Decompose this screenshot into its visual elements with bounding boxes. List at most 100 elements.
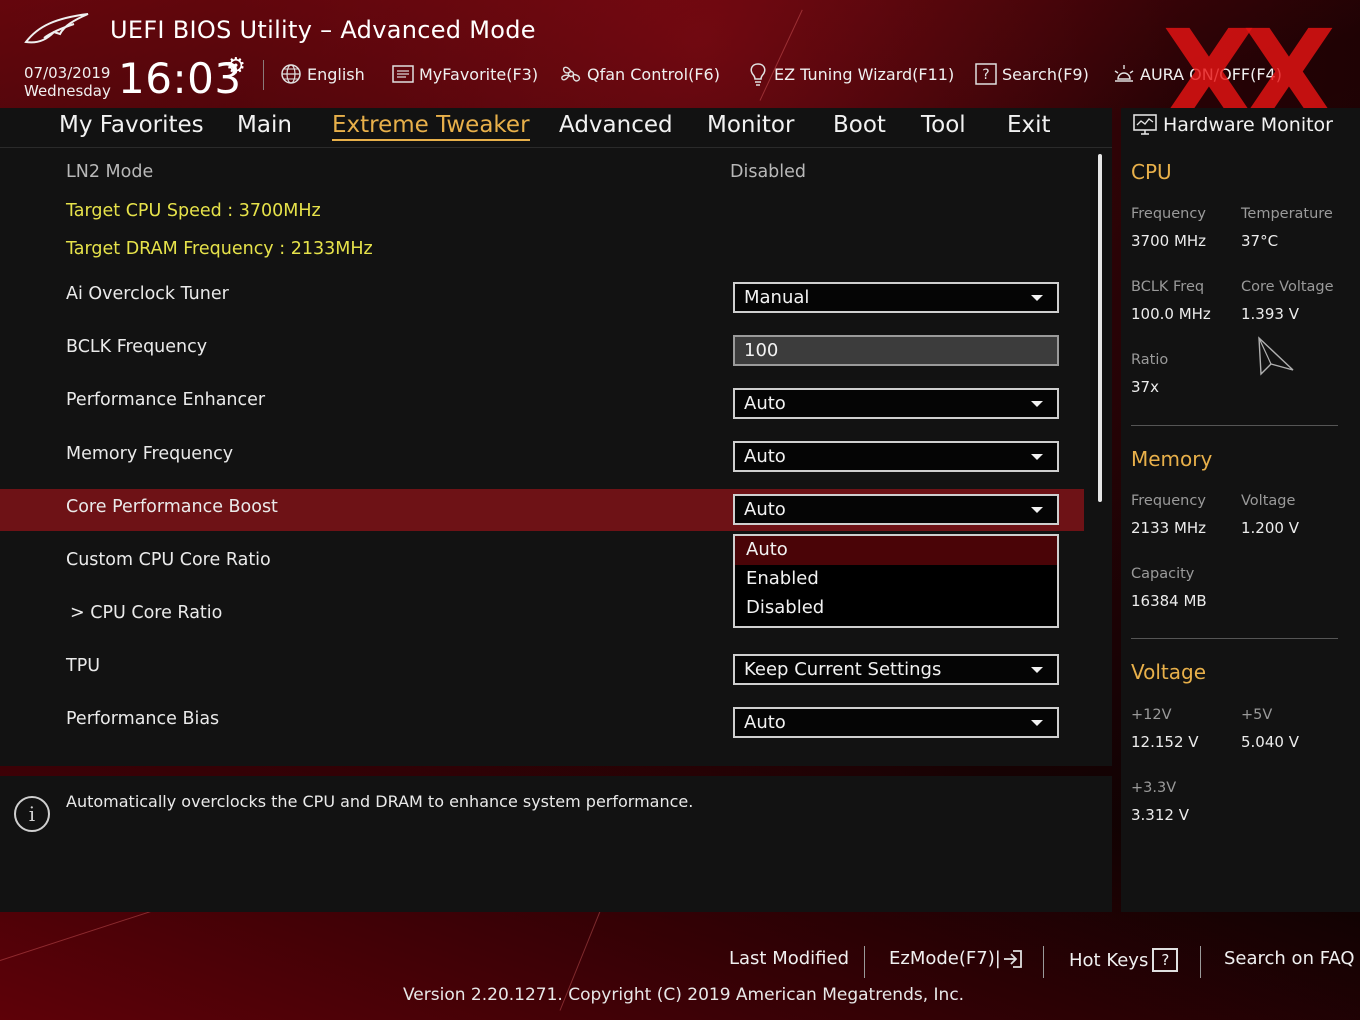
cpu-frequency-label: Frequency xyxy=(1131,206,1206,222)
fan-icon xyxy=(559,63,583,85)
help-panel: i Automatically overclocks the CPU and D… xyxy=(0,776,1112,912)
myfavorite-button[interactable]: MyFavorite(F3) xyxy=(391,62,538,86)
section-divider xyxy=(1131,638,1338,639)
bclk-frequency-input[interactable]: 100 xyxy=(733,335,1059,366)
rog-logo-icon xyxy=(24,13,89,44)
help-box-icon: ? xyxy=(974,63,998,85)
myfavorite-label: MyFavorite(F3) xyxy=(419,64,539,84)
exit-arrow-icon xyxy=(1003,949,1023,969)
select-value: Auto xyxy=(744,712,786,733)
voltage-5v-label: +5V xyxy=(1241,707,1273,723)
setting-label-memory-frequency[interactable]: Memory Frequency xyxy=(66,444,233,464)
ln2-mode-label: LN2 Mode xyxy=(66,162,154,182)
search-on-faq-button[interactable]: Search on FAQ xyxy=(1224,948,1355,969)
settings-panel: LN2 Mode Disabled Target CPU Speed : 370… xyxy=(0,148,1112,766)
dropdown-option-disabled[interactable]: Disabled xyxy=(735,594,1057,623)
setting-label-bclk-frequency[interactable]: BCLK Frequency xyxy=(66,337,207,357)
favorite-list-icon xyxy=(391,63,415,85)
input-value: 100 xyxy=(744,340,779,361)
chevron-down-icon xyxy=(1031,667,1043,673)
ratio-value: 37x xyxy=(1131,378,1159,396)
gear-icon[interactable]: ⚙ xyxy=(226,54,246,79)
scrollbar[interactable] xyxy=(1098,154,1102,502)
setting-label-cpu-core-ratio[interactable]: > CPU Core Ratio xyxy=(70,603,222,623)
setting-label-custom-cpu-core-ratio[interactable]: Custom CPU Core Ratio xyxy=(66,550,271,570)
ezmode-button[interactable]: EzMode(F7)| xyxy=(889,948,1023,969)
performance-enhancer-select[interactable]: Auto xyxy=(733,388,1059,419)
tab-advanced[interactable]: Advanced xyxy=(559,112,673,138)
footer-divider xyxy=(1043,946,1044,978)
chevron-down-icon xyxy=(1031,295,1043,301)
memory-frequency-select[interactable]: Auto xyxy=(733,441,1059,472)
target-cpu-speed: Target CPU Speed : 3700MHz xyxy=(66,201,321,221)
setting-label-performance-bias[interactable]: Performance Bias xyxy=(66,709,219,729)
hardware-monitor-title-text: Hardware Monitor xyxy=(1163,114,1333,136)
tpu-select[interactable]: Keep Current Settings xyxy=(733,654,1059,685)
lightbulb-icon xyxy=(746,63,770,86)
tab-boot[interactable]: Boot xyxy=(833,112,886,138)
tab-exit[interactable]: Exit xyxy=(1007,112,1051,138)
chevron-down-icon xyxy=(1031,454,1043,460)
hot-keys-label: Hot Keys xyxy=(1069,949,1149,971)
bclk-freq-value: 100.0 MHz xyxy=(1131,305,1211,323)
chevron-down-icon xyxy=(1031,401,1043,407)
setting-label-ai-overclock-tuner[interactable]: Ai Overclock Tuner xyxy=(66,284,229,304)
footer-divider xyxy=(1200,946,1201,978)
globe-icon xyxy=(279,63,303,85)
setting-label-performance-enhancer[interactable]: Performance Enhancer xyxy=(66,390,265,410)
core-performance-boost-dropdown: Auto Enabled Disabled xyxy=(733,534,1059,628)
section-divider xyxy=(1131,425,1338,426)
cpu-temperature-value: 37°C xyxy=(1241,232,1279,250)
help-text: Automatically overclocks the CPU and DRA… xyxy=(66,792,694,811)
setting-label-core-performance-boost[interactable]: Core Performance Boost xyxy=(66,497,278,517)
mouse-cursor-icon xyxy=(1258,336,1294,376)
language-button[interactable]: English xyxy=(279,62,365,86)
search-label: Search(F9) xyxy=(1002,64,1089,84)
clock-display[interactable]: 16:03 xyxy=(118,54,242,103)
cpu-frequency-value: 3700 MHz xyxy=(1131,232,1207,250)
setting-label-tpu[interactable]: TPU xyxy=(66,656,100,676)
hardware-monitor-title: Hardware Monitor xyxy=(1133,114,1333,136)
select-value: Auto xyxy=(744,446,786,467)
tab-tool[interactable]: Tool xyxy=(921,112,966,138)
aura-light-icon xyxy=(1112,63,1136,85)
tab-monitor[interactable]: Monitor xyxy=(707,112,794,138)
memory-frequency-value: 2133 MHz xyxy=(1131,519,1207,537)
ez-tuning-wizard-button[interactable]: EZ Tuning Wizard(F11) xyxy=(746,62,954,86)
core-performance-boost-select[interactable]: Auto xyxy=(733,494,1059,525)
target-dram-frequency: Target DRAM Frequency : 2133MHz xyxy=(66,239,373,259)
search-button[interactable]: ? Search(F9) xyxy=(974,62,1089,86)
tab-my-favorites[interactable]: My Favorites xyxy=(59,112,204,138)
bclk-freq-label: BCLK Freq xyxy=(1131,279,1205,295)
tab-main[interactable]: Main xyxy=(237,112,292,138)
performance-bias-select[interactable]: Auto xyxy=(733,707,1059,738)
select-value: Manual xyxy=(744,287,810,308)
chevron-down-icon xyxy=(1031,507,1043,513)
ez-tuning-wizard-label: EZ Tuning Wizard(F11) xyxy=(774,64,955,84)
memory-voltage-label: Voltage xyxy=(1241,493,1296,509)
memory-frequency-label: Frequency xyxy=(1131,493,1206,509)
memory-voltage-value: 1.200 V xyxy=(1241,519,1299,537)
ratio-label: Ratio xyxy=(1131,352,1169,368)
dropdown-option-auto[interactable]: Auto xyxy=(735,536,1057,565)
svg-text:?: ? xyxy=(982,67,989,83)
tab-extreme-tweaker[interactable]: Extreme Tweaker xyxy=(332,112,530,141)
last-modified-button[interactable]: Last Modified xyxy=(729,948,849,969)
qfan-control-label: Qfan Control(F6) xyxy=(587,64,720,84)
memory-capacity-label: Capacity xyxy=(1131,566,1195,582)
memory-section-title: Memory xyxy=(1131,447,1213,471)
day-text: Wednesday xyxy=(24,82,111,100)
qfan-control-button[interactable]: Qfan Control(F6) xyxy=(559,62,720,86)
date-display[interactable]: 07/03/2019 Wednesday xyxy=(24,64,111,100)
ai-overclock-tuner-select[interactable]: Manual xyxy=(733,282,1059,313)
hardware-monitor-panel: Hardware Monitor CPU Frequency Temperatu… xyxy=(1121,108,1360,912)
voltage-section-title: Voltage xyxy=(1131,660,1207,684)
core-voltage-value: 1.393 V xyxy=(1241,305,1299,323)
memory-capacity-value: 16384 MB xyxy=(1131,592,1207,610)
dropdown-option-enabled[interactable]: Enabled xyxy=(735,565,1057,594)
search-on-faq-label: Search on FAQ xyxy=(1224,948,1355,969)
main-nav: My Favorites Main Extreme Tweaker Advanc… xyxy=(0,108,1112,148)
footer-divider xyxy=(864,946,865,978)
hot-keys-button[interactable]: Hot Keys ? xyxy=(1069,948,1179,972)
select-value: Keep Current Settings xyxy=(744,659,942,680)
